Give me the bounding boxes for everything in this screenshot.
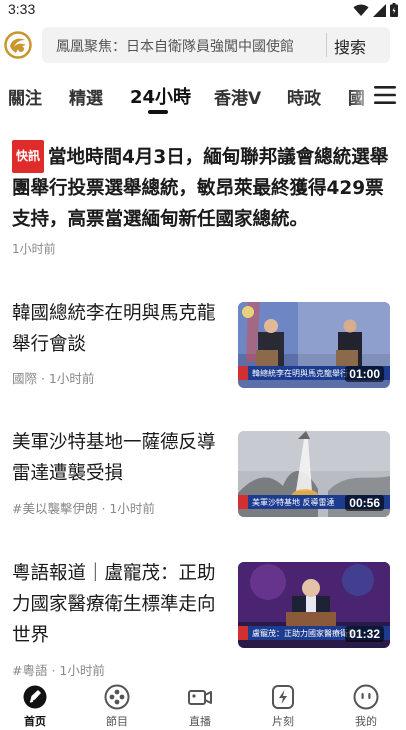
status-icons [353, 3, 398, 17]
battery-icon [390, 3, 398, 17]
news-thumbnail[interactable]: 美軍沙特基地 反導雷達 00:56 [238, 431, 390, 517]
search-divider [326, 33, 327, 57]
search-hot-text[interactable]: 鳳凰聚焦：日本自衛隊員強闖中國使館 [56, 36, 324, 56]
header: 鳳凰聚焦：日本自衛隊員強闖中國使館 搜索 [0, 27, 406, 67]
nav-home[interactable]: 首页 [5, 684, 65, 729]
ifeng-logo-icon[interactable] [4, 31, 32, 59]
news-title[interactable]: 韓國總統李在明與馬克龍舉行會談 [12, 298, 222, 360]
nav-live[interactable]: 直播 [170, 684, 230, 729]
thumbnail-caption: 盧寵茂：正助力國家醫療衛生 [252, 629, 356, 638]
nav-profile[interactable]: 我的 [336, 684, 396, 729]
news-meta: 國際 · 1小时前 [12, 371, 95, 386]
moment-icon [272, 685, 294, 709]
nav-label: 片刻 [272, 715, 294, 728]
status-time: 3:33 [8, 1, 36, 17]
flash-news[interactable]: 快訊 當地時間4月3日，緬甸聯邦議會總統選舉團舉行投票選舉總統，敏昂萊最終獲得42… [12, 140, 396, 235]
tab-featured[interactable]: 精選 [69, 84, 103, 109]
program-icon [104, 684, 130, 710]
nav-label: 我的 [355, 715, 377, 728]
video-duration: 01:32 [345, 626, 384, 642]
news-title[interactable]: 粵語報道｜盧寵茂：正助力國家醫療衛生標準走向世界 [12, 558, 222, 651]
wifi-icon [353, 4, 369, 16]
thumbnail-caption: 韓總統李在明與馬克龍舉行 [252, 369, 348, 378]
thumbnail-caption: 美軍沙特基地 反導雷達 [252, 498, 335, 507]
active-tab-indicator [148, 110, 168, 114]
search-button[interactable]: 搜索 [334, 34, 366, 58]
news-title[interactable]: 美軍沙特基地一薩德反導雷達遭襲受損 [12, 427, 222, 489]
flash-news-time: 1小时前 [12, 242, 56, 256]
live-icon [188, 690, 212, 705]
nav-moments[interactable]: 片刻 [253, 684, 313, 729]
signal-icon [373, 3, 386, 17]
nav-label: 節目 [106, 715, 128, 728]
channel-tabs: 關注 精選 24小時 香港V 時政 國 [0, 80, 406, 116]
video-duration: 00:56 [345, 495, 384, 511]
home-icon [23, 685, 47, 709]
bottom-navigation: 首页 節目 直播 片刻 我的 [0, 680, 406, 730]
nav-label: 直播 [189, 715, 211, 728]
status-bar: 3:33 [0, 0, 406, 20]
tab-24h[interactable]: 24小時 [130, 83, 191, 109]
news-meta: #美以襲擊伊朗 · 1小时前 [12, 501, 155, 516]
flash-badge: 快訊 [12, 140, 45, 173]
nav-label: 首页 [24, 715, 46, 728]
tab-hongkong-v[interactable]: 香港V [214, 84, 261, 109]
profile-icon [353, 684, 379, 710]
tab-follow[interactable]: 關注 [8, 84, 42, 109]
news-meta: #粵語 · 1小时前 [12, 663, 105, 678]
nav-programs[interactable]: 節目 [87, 684, 147, 729]
news-thumbnail[interactable]: 盧寵茂：正助力國家醫療衛生 01:32 [238, 562, 390, 648]
news-thumbnail[interactable]: 韓總統李在明與馬克龍舉行 01:00 [238, 302, 390, 388]
video-duration: 01:00 [345, 366, 384, 382]
tab-politics[interactable]: 時政 [287, 84, 321, 109]
flash-news-body: 當地時間4月3日，緬甸聯邦議會總統選舉團舉行投票選舉總統，敏昂萊最終獲得429票… [12, 147, 389, 230]
menu-icon[interactable] [374, 85, 396, 105]
search-bar[interactable]: 鳳凰聚焦：日本自衛隊員強闖中國使館 搜索 [42, 27, 390, 63]
flash-news-text[interactable]: 快訊 當地時間4月3日，緬甸聯邦議會總統選舉團舉行投票選舉總統，敏昂萊最終獲得42… [12, 140, 396, 235]
